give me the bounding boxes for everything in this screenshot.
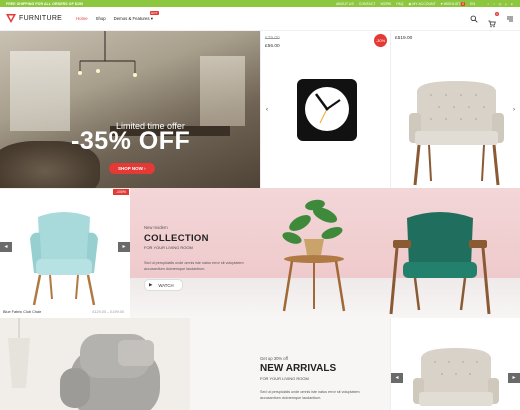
armchair-banner-image (0, 318, 190, 410)
social-links: f t ◎ p in (486, 2, 514, 6)
green-chair-image (389, 212, 491, 315)
grey-armchair-image (0, 318, 190, 410)
wishlist-count: 0 (461, 1, 466, 6)
next-arrow-icon[interactable]: ▸ (118, 242, 130, 252)
current-price: £56.00 (265, 44, 280, 49)
pinterest-icon[interactable]: p (504, 2, 508, 6)
next-arrow-icon[interactable]: ▸ (508, 373, 520, 383)
collection-body: Sed ut perspiciatis unde omnis iste natu… (144, 261, 244, 271)
product-name[interactable]: Blue Fabric Club Chair (3, 310, 41, 314)
nav-demos-label: Demos & Features (113, 15, 150, 21)
cart-icon (488, 20, 496, 27)
product-card-sofa-bottom[interactable]: ◂ ▸ (390, 318, 520, 410)
facebook-icon[interactable]: f (486, 2, 490, 6)
hero-headline: -35% OFF (71, 127, 191, 155)
cart-button[interactable]: 0 (488, 11, 499, 27)
main-nav: Home Shop Demos & Features ▾ HOT (76, 10, 159, 22)
carousel-prev-icon[interactable]: ‹ (263, 106, 271, 114)
sofa-image (409, 81, 504, 186)
new-arrivals-banner: Get up 30% off NEW ARRIVALS FOR YOUR LIV… (190, 318, 390, 410)
collection-banner: New modern COLLECTION FOR YOUR LIVING RO… (130, 188, 520, 318)
collection-title: COLLECTION (144, 233, 209, 244)
menu-icon[interactable] (506, 15, 514, 23)
old-price: £79.00 (265, 36, 280, 41)
hero-window-right (200, 56, 245, 126)
logo[interactable]: FURNITURE (6, 14, 62, 23)
wishlist-link[interactable]: ♥ WISHLIST 0 (441, 1, 466, 6)
product-card-sofa[interactable]: £519.00 › (390, 31, 520, 188)
product-prices: £79.00 £56.00 (265, 35, 280, 51)
plant-on-stool-image (282, 199, 346, 312)
featured-product-card[interactable]: -100% ◂ ▸ Blue Fabric Club Chair £129.00… (0, 188, 130, 318)
top-link-work[interactable]: WORK (380, 2, 391, 6)
arrivals-kicker: Get up 30% off (260, 356, 288, 361)
product-card-clock[interactable]: £79.00 £56.00 -30% ‹ (260, 31, 390, 188)
current-price: £519.00 (395, 36, 413, 41)
logo-text: FURNITURE (19, 15, 63, 22)
wishlist-label: WISHLIST (443, 1, 461, 6)
top-link-about[interactable]: ABOUT US (336, 2, 354, 6)
account-label: MY ACCOUNT (412, 1, 436, 6)
watch-button[interactable]: ▶ WATCH (144, 279, 183, 291)
logo-icon (6, 14, 16, 23)
sofa-image (413, 348, 499, 406)
header-icons: 0 (470, 11, 514, 27)
collection-kicker: New modern (144, 225, 168, 230)
top-bar: FREE SHIPPING FOR ALL ORDERS OF $150 ABO… (0, 0, 520, 7)
page: FREE SHIPPING FOR ALL ORDERS OF $150 ABO… (0, 0, 520, 410)
discount-tag: -100% (112, 189, 129, 195)
watch-label: WATCH (158, 282, 174, 288)
collection-subtitle: FOR YOUR LIVING ROOM (144, 245, 193, 250)
top-link-contact[interactable]: CONTACT (359, 2, 376, 6)
header: FURNITURE Home Shop Demos & Features ▾ H… (0, 7, 520, 31)
arrivals-subtitle: FOR YOUR LIVING ROOM (260, 376, 309, 381)
promo-text: FREE SHIPPING FOR ALL ORDERS OF $150 (6, 1, 84, 6)
clock-image (297, 79, 357, 141)
shop-now-button[interactable]: SHOP NOW › (109, 163, 155, 174)
twitter-icon[interactable]: t (492, 2, 496, 6)
hot-badge: HOT (149, 10, 159, 15)
linkedin-icon[interactable]: in (510, 2, 514, 6)
top-link-faq[interactable]: FAQ (396, 2, 403, 6)
discount-badge: -30% (374, 34, 387, 47)
shop-now-label: SHOP NOW (118, 166, 143, 171)
cart-count: 0 (495, 11, 499, 16)
carousel-next-icon[interactable]: › (510, 106, 518, 114)
blue-armchair-image (30, 212, 98, 306)
prev-arrow-icon[interactable]: ◂ (0, 242, 12, 252)
product-prices: £519.00 (395, 35, 412, 43)
top-links: ABOUT US CONTACT WORK FAQ ◉ MY ACCOUNT ♥… (336, 1, 514, 6)
play-icon: ▶ (149, 282, 153, 287)
nav-shop[interactable]: Shop (96, 16, 106, 22)
nav-demos[interactable]: Demos & Features ▾ HOT (113, 10, 159, 22)
arrivals-body: Sed ut perspiciatis unde omnis iste natu… (260, 390, 360, 400)
instagram-icon[interactable]: ◎ (498, 2, 502, 6)
language-select[interactable]: EN (470, 2, 475, 6)
product-price-range: £129.00 – £199.00 (92, 310, 124, 314)
prev-arrow-icon[interactable]: ◂ (391, 373, 403, 383)
account-link[interactable]: ◉ MY ACCOUNT (408, 2, 435, 6)
arrivals-title: NEW ARRIVALS (260, 363, 337, 374)
nav-home[interactable]: Home (76, 16, 87, 22)
hero-banner: Limited time offer -35% OFF SHOP NOW › (0, 31, 260, 188)
chandelier-image (78, 31, 137, 77)
search-icon[interactable] (470, 15, 478, 23)
